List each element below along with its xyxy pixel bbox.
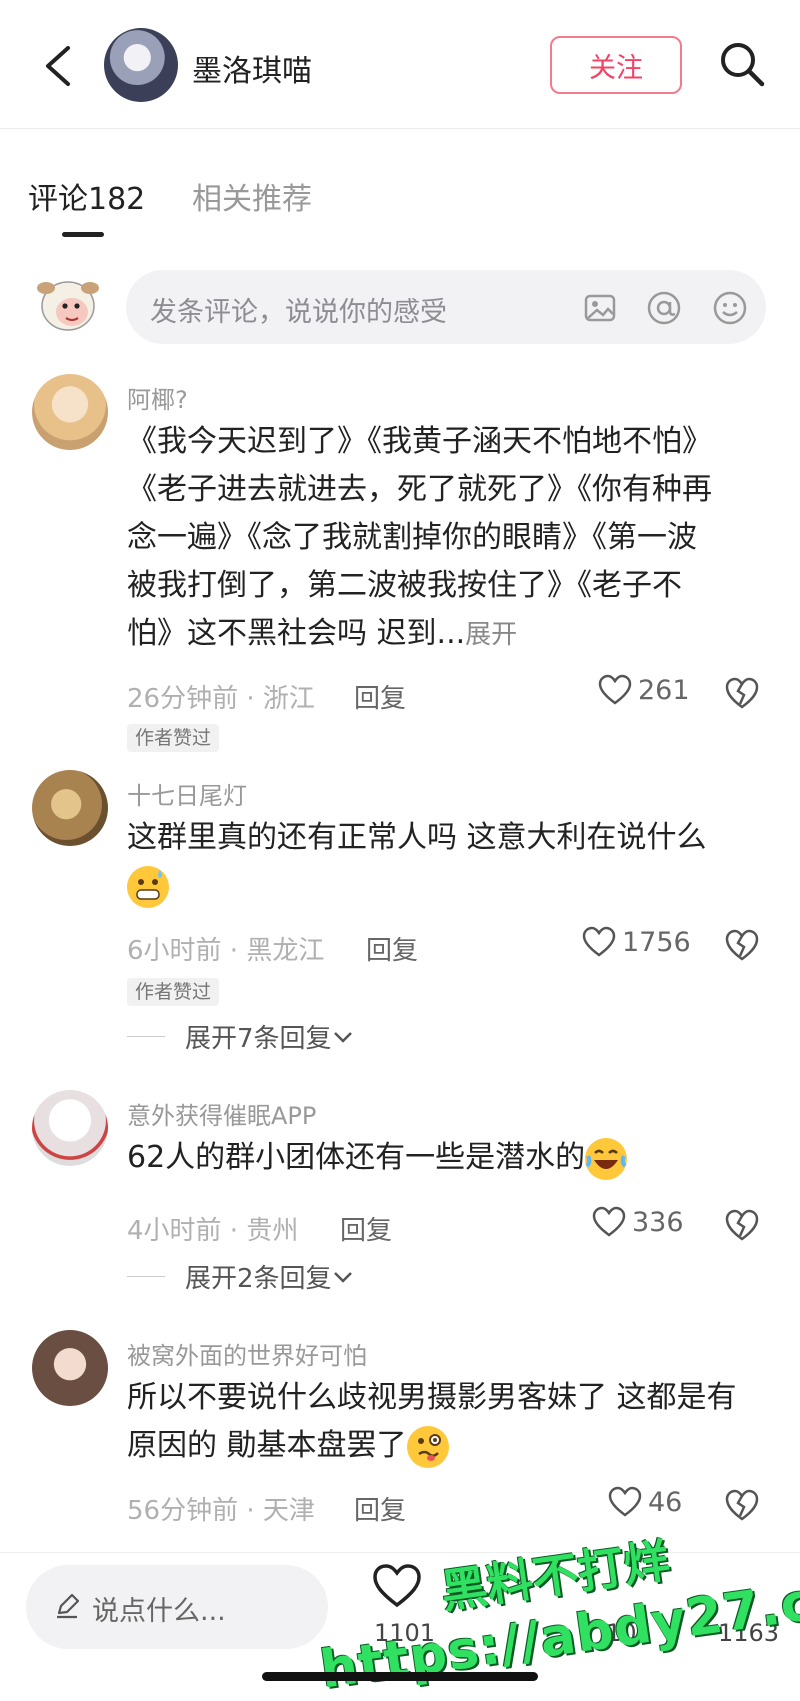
header-bar: 墨洛琪喵 关注 <box>0 0 800 129</box>
comment-line: 这群里真的还有正常人吗 这意大利在说什么 <box>127 820 707 855</box>
comment-time-location: 4小时前 · 贵州 <box>127 1216 299 1246</box>
commenter-avatar[interactable] <box>32 374 108 450</box>
comment-time-location: 6小时前 · 黑龙江 <box>127 936 325 966</box>
like-button[interactable]: 46 <box>608 1486 682 1518</box>
dislike-icon[interactable] <box>724 1488 760 1522</box>
image-icon[interactable] <box>582 290 618 326</box>
like-button[interactable]: 261 <box>598 674 690 706</box>
tab-bar: 评论182 相关推荐 <box>0 168 800 240</box>
comment-text: 《我今天迟到了》《我黄子涵天不怕地不怕》 《老子进去就进去，死了就死了》《你有种… <box>127 418 757 659</box>
tab-comments[interactable]: 评论182 <box>28 174 145 218</box>
like-post-icon[interactable] <box>372 1563 422 1609</box>
commenter-avatar[interactable] <box>32 1090 108 1166</box>
commenter-avatar[interactable] <box>32 770 108 846</box>
divider-line <box>127 1036 165 1037</box>
chevron-down-icon <box>333 1031 352 1043</box>
expand-comment-link[interactable]: 展开 <box>465 620 517 650</box>
comment-input[interactable]: 发条评论，说说你的感受 <box>126 270 766 344</box>
chevron-down-icon <box>333 1271 352 1283</box>
like-button[interactable]: 336 <box>592 1206 684 1238</box>
heart-icon <box>598 674 632 705</box>
comment-text: 所以不要说什么歧视男摄影男客妹了 这都是有 原因的 勛基本盘罢了 <box>127 1374 757 1470</box>
woozy-emoji <box>406 1425 449 1468</box>
expand-replies-button[interactable]: 展开2条回复 <box>127 1258 354 1295</box>
at-icon[interactable] <box>646 290 682 326</box>
comment-line: 62人的群小团体还有一些是潜水的 <box>127 1140 586 1175</box>
comment-username[interactable]: 被窝外面的世界好可怕 <box>127 1336 367 1371</box>
dislike-icon[interactable] <box>724 676 760 710</box>
comment-line: 被我打倒了，第二波被我按住了》《老子不 <box>127 568 682 603</box>
comment-text: 62人的群小团体还有一些是潜水的 <box>127 1134 757 1182</box>
expand-replies-label: 展开7条回复 <box>185 1024 332 1054</box>
commenter-avatar[interactable] <box>32 1330 108 1406</box>
like-count: 261 <box>638 674 690 706</box>
reply-button[interactable]: 回复 <box>354 678 406 715</box>
author-name[interactable]: 墨洛琪喵 <box>192 46 312 90</box>
home-indicator[interactable] <box>262 1672 538 1681</box>
comment-time-location: 56分钟前 · 天津 <box>127 1496 315 1526</box>
say-something-input[interactable]: 说点什么... <box>26 1565 328 1649</box>
dislike-icon[interactable] <box>724 928 760 962</box>
pencil-icon <box>57 1593 80 1619</box>
reply-button[interactable]: 回复 <box>340 1210 392 1247</box>
heart-icon <box>592 1206 626 1237</box>
comment-line: 原因的 勛基本盘罢了 <box>127 1428 407 1463</box>
comment-username[interactable]: 十七日尾灯 <box>127 776 247 811</box>
like-count: 46 <box>648 1486 683 1518</box>
follow-button[interactable]: 关注 <box>550 36 682 94</box>
comment-line: 念一遍》《念了我就割掉你的眼睛》《第一波 <box>127 520 697 555</box>
author-liked-badge: 作者赞过 <box>127 978 220 1006</box>
like-count: 336 <box>632 1206 684 1238</box>
dislike-icon[interactable] <box>724 1208 760 1242</box>
comment-username[interactable]: 意外获得催眠APP <box>127 1096 316 1131</box>
comment-input-placeholder: 发条评论，说说你的感受 <box>150 297 447 328</box>
rofl-emoji <box>585 1137 628 1180</box>
emoji-icon[interactable] <box>712 290 748 326</box>
like-button[interactable]: 1756 <box>582 926 691 958</box>
divider-line <box>127 1276 165 1277</box>
active-tab-indicator <box>62 232 104 237</box>
search-icon[interactable] <box>718 40 766 88</box>
say-something-placeholder: 说点什么... <box>92 1596 226 1627</box>
expand-replies-button[interactable]: 展开7条回复 <box>127 1018 354 1055</box>
reply-button[interactable]: 回复 <box>366 930 418 967</box>
back-arrow-icon[interactable] <box>40 44 80 88</box>
expand-replies-label: 展开2条回复 <box>185 1264 332 1294</box>
comment-text: 这群里真的还有正常人吗 这意大利在说什么 <box>127 814 757 910</box>
comment-time-location: 26分钟前 · 浙江 <box>127 684 315 714</box>
comment-line: 怕》这不黑社会吗 迟到... <box>127 616 466 651</box>
reply-button[interactable]: 回复 <box>354 1490 406 1527</box>
like-count: 1756 <box>622 926 691 958</box>
comment-username[interactable]: 阿椰? <box>127 380 188 415</box>
heart-icon <box>608 1486 642 1517</box>
heart-icon <box>582 926 616 957</box>
tab-related-recommendations[interactable]: 相关推荐 <box>192 174 312 218</box>
comment-line: 《我今天迟到了》《我黄子涵天不怕地不怕》 <box>127 424 712 459</box>
comment-line: 所以不要说什么歧视男摄影男客妹了 这都是有 <box>127 1380 737 1415</box>
author-avatar[interactable] <box>104 28 178 102</box>
comment-line: 《老子进去就进去，死了就死了》《你有种再 <box>127 472 712 507</box>
author-liked-badge: 作者赞过 <box>127 724 220 752</box>
sweat-grin-emoji <box>127 865 169 908</box>
my-avatar <box>37 281 99 331</box>
